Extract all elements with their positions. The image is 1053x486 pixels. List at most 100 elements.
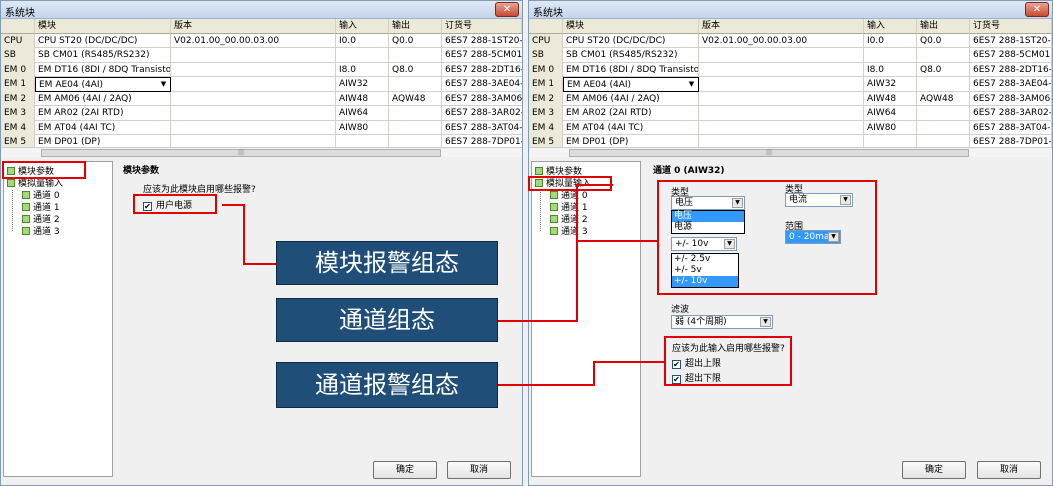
scroll-thumb[interactable]: ||| xyxy=(41,149,441,157)
chevron-down-icon[interactable]: ▼ xyxy=(686,79,697,90)
cell-input[interactable] xyxy=(864,48,917,63)
cell-output[interactable] xyxy=(917,120,970,135)
cancel-button[interactable]: 取消 xyxy=(977,461,1041,479)
cell-order-number[interactable]: 6ES7 288-3AE04-0AA0 xyxy=(442,77,522,92)
tree-item-channel-1[interactable]: 通道 1 xyxy=(550,202,588,214)
cell-version[interactable]: V02.01.00_00.00.03.00 xyxy=(171,33,336,48)
cell-version[interactable] xyxy=(699,48,864,63)
table-row[interactable]: SBSB CM01 (RS485/RS232) 6ES7 288-5CM01-0A… xyxy=(529,48,1052,63)
table-row[interactable]: CPU CPU ST20 (DC/DC/DC) V02.01.00_00.00.03… xyxy=(529,33,1052,48)
close-button[interactable]: ✕ xyxy=(495,2,519,17)
cell-module[interactable]: CPU ST20 (DC/DC/DC) xyxy=(35,33,171,48)
cancel-button[interactable]: 取消 xyxy=(447,461,511,479)
cell-input[interactable]: AIW32 xyxy=(864,77,917,92)
tree-item-channel-3[interactable]: 通道 3 xyxy=(550,226,588,238)
cell-input[interactable]: AIW64 xyxy=(864,106,917,121)
cell-version[interactable] xyxy=(699,62,864,77)
cell-output[interactable] xyxy=(389,48,442,63)
cell-order-number[interactable]: 6ES7 288-3AM06-0AA0 xyxy=(970,91,1052,106)
cell-input[interactable]: AIW80 xyxy=(336,120,389,135)
ok-button[interactable]: 确定 xyxy=(902,461,966,479)
cell-order-number[interactable]: 6ES7 288-3AE04-0AA0 xyxy=(970,77,1052,92)
cell-output[interactable] xyxy=(389,77,442,92)
cell-version[interactable] xyxy=(699,106,864,121)
cell-input[interactable]: I0.0 xyxy=(864,33,917,48)
cell-module[interactable]: EM AE04 (4AI) ▼ xyxy=(35,77,171,92)
cell-version[interactable] xyxy=(171,77,336,92)
cell-order-number[interactable]: 6ES7 288-3AR02-0AA0 xyxy=(442,106,522,121)
cell-output[interactable] xyxy=(917,48,970,63)
cell-version[interactable] xyxy=(171,48,336,63)
cell-module[interactable]: EM AR02 (2AI RTD) xyxy=(563,106,699,121)
cell-input[interactable]: AIW48 xyxy=(336,91,389,106)
table-row[interactable]: EM 0 EM DT16 (8DI / 8DQ Transistor) I8.0 Q8… xyxy=(1,62,522,78)
table-row[interactable]: EM 2 EM AM06 (4AI / 2AQ) AIW48 AQW48 6ES7 28… xyxy=(529,91,1052,106)
cell-version[interactable]: V02.01.00_00.00.03.00 xyxy=(699,33,864,48)
cell-version[interactable] xyxy=(171,91,336,106)
cell-output[interactable]: Q8.0 xyxy=(917,62,970,77)
cell-order-number[interactable]: 6ES7 288-2DT16-0AA0 xyxy=(442,63,522,78)
cell-output[interactable]: AQW48 xyxy=(917,91,970,106)
cell-input[interactable] xyxy=(336,48,389,63)
cell-version[interactable] xyxy=(699,91,864,106)
cell-order-number[interactable]: 6ES7 288-3AT04-0AA0 xyxy=(442,121,522,136)
cell-output[interactable]: Q0.0 xyxy=(917,33,970,48)
chevron-down-icon[interactable]: ▼ xyxy=(158,79,169,90)
tree-item-channel-0[interactable]: 通道 0 xyxy=(550,190,588,202)
tree-item-channel-1[interactable]: 通道 1 xyxy=(22,202,60,214)
scroll-thumb[interactable]: ||| xyxy=(569,149,969,157)
cell-order-number[interactable]: 6ES7 288-5CM01-0AA0 xyxy=(970,48,1052,63)
cell-order-number[interactable]: 6ES7 288-3AT04-0AA0 xyxy=(970,120,1052,135)
cell-module[interactable]: EM DT16 (8DI / 8DQ Transistor) xyxy=(35,62,171,77)
tree-item-analog-input[interactable]: 模拟量输入 xyxy=(7,178,63,190)
cell-module[interactable]: EM AR02 (2AI RTD) xyxy=(35,106,171,121)
tree-item-channel-2[interactable]: 通道 2 xyxy=(550,214,588,226)
cell-output[interactable]: Q0.0 xyxy=(389,33,442,48)
table-row[interactable]: SBSB CM01 (RS485/RS232) 6ES7 288-5CM01-0A… xyxy=(1,48,522,63)
cell-output[interactable]: AQW48 xyxy=(389,91,442,106)
cell-order-number[interactable]: 6ES7 288-2DT16-0AA0 xyxy=(970,62,1052,77)
cell-module[interactable]: EM AM06 (4AI / 2AQ) xyxy=(35,91,171,106)
cell-version[interactable] xyxy=(699,77,864,92)
cell-module[interactable]: EM AM06 (4AI / 2AQ) xyxy=(563,91,699,106)
cell-version[interactable] xyxy=(171,120,336,135)
cell-module[interactable]: SB CM01 (RS485/RS232) xyxy=(563,48,699,63)
cell-output[interactable] xyxy=(917,77,970,92)
ok-button[interactable]: 确定 xyxy=(373,461,437,479)
cell-output[interactable] xyxy=(917,106,970,121)
table-row[interactable]: EM 3 EM AR02 (2AI RTD) AIW64 6ES7 288-3AR02… xyxy=(1,106,522,121)
cell-module[interactable]: EM DT16 (8DI / 8DQ Transistor) xyxy=(563,62,699,77)
cell-order-number[interactable]: 6ES7 288-5CM01-0AA0 xyxy=(442,48,522,63)
cell-input[interactable]: AIW80 xyxy=(864,120,917,135)
horizontal-scrollbar[interactable]: ||| xyxy=(529,147,1052,157)
table-row[interactable]: EM 4 EM AT04 (4AI TC) AIW80 6ES7 288-3AT04-… xyxy=(1,120,522,136)
cell-order-number[interactable]: 6ES7 288-1ST20-0AA0 xyxy=(970,33,1052,48)
cell-input[interactable]: AIW48 xyxy=(864,91,917,106)
table-row[interactable]: EM 1EM AE04 (4AI)▼ AIW32 6ES7 288-3AE04-0A… xyxy=(1,77,522,92)
cell-module[interactable]: EM AT04 (4AI TC) xyxy=(563,120,699,135)
cell-input[interactable]: I8.0 xyxy=(864,62,917,77)
cell-module[interactable]: CPU ST20 (DC/DC/DC) xyxy=(563,33,699,48)
tree-item-channel-3[interactable]: 通道 3 xyxy=(22,226,60,238)
cell-version[interactable] xyxy=(171,106,336,121)
filter-select[interactable]: 弱 (4个周期) ▼ xyxy=(671,315,773,329)
tree-item-channel-0[interactable]: 通道 0 xyxy=(22,190,60,202)
table-row[interactable]: EM 0 EM DT16 (8DI / 8DQ Transistor) I8.0 Q8… xyxy=(529,62,1052,77)
cell-module[interactable]: EM AE04 (4AI) ▼ xyxy=(563,77,699,92)
table-row[interactable]: EM 4 EM AT04 (4AI TC) AIW80 6ES7 288-3AT04-… xyxy=(529,120,1052,135)
table-row[interactable]: CPU CPU ST20 (DC/DC/DC) V02.01.00_00.00.03… xyxy=(1,33,522,49)
table-row[interactable]: EM 1EM AE04 (4AI)▼ AIW32 6ES7 288-3AE04-0A… xyxy=(529,77,1052,92)
cell-module[interactable]: SB CM01 (RS485/RS232) xyxy=(35,48,171,63)
cell-input[interactable]: I8.0 xyxy=(336,62,389,77)
close-button[interactable]: ✕ xyxy=(1025,2,1049,17)
cell-output[interactable] xyxy=(389,106,442,121)
tree-item-channel-2[interactable]: 通道 2 xyxy=(22,214,60,226)
cell-order-number[interactable]: 6ES7 288-3AM06-0AA0 xyxy=(442,92,522,107)
cell-input[interactable]: I0.0 xyxy=(336,33,389,48)
cell-version[interactable] xyxy=(699,120,864,135)
cell-order-number[interactable]: 6ES7 288-3AR02-0AA0 xyxy=(970,106,1052,121)
cell-module[interactable]: EM AT04 (4AI TC) xyxy=(35,120,171,135)
cell-output[interactable]: Q8.0 xyxy=(389,62,442,77)
cell-order-number[interactable]: 6ES7 288-1ST20-0AA0 xyxy=(442,34,522,49)
cell-input[interactable]: AIW64 xyxy=(336,106,389,121)
